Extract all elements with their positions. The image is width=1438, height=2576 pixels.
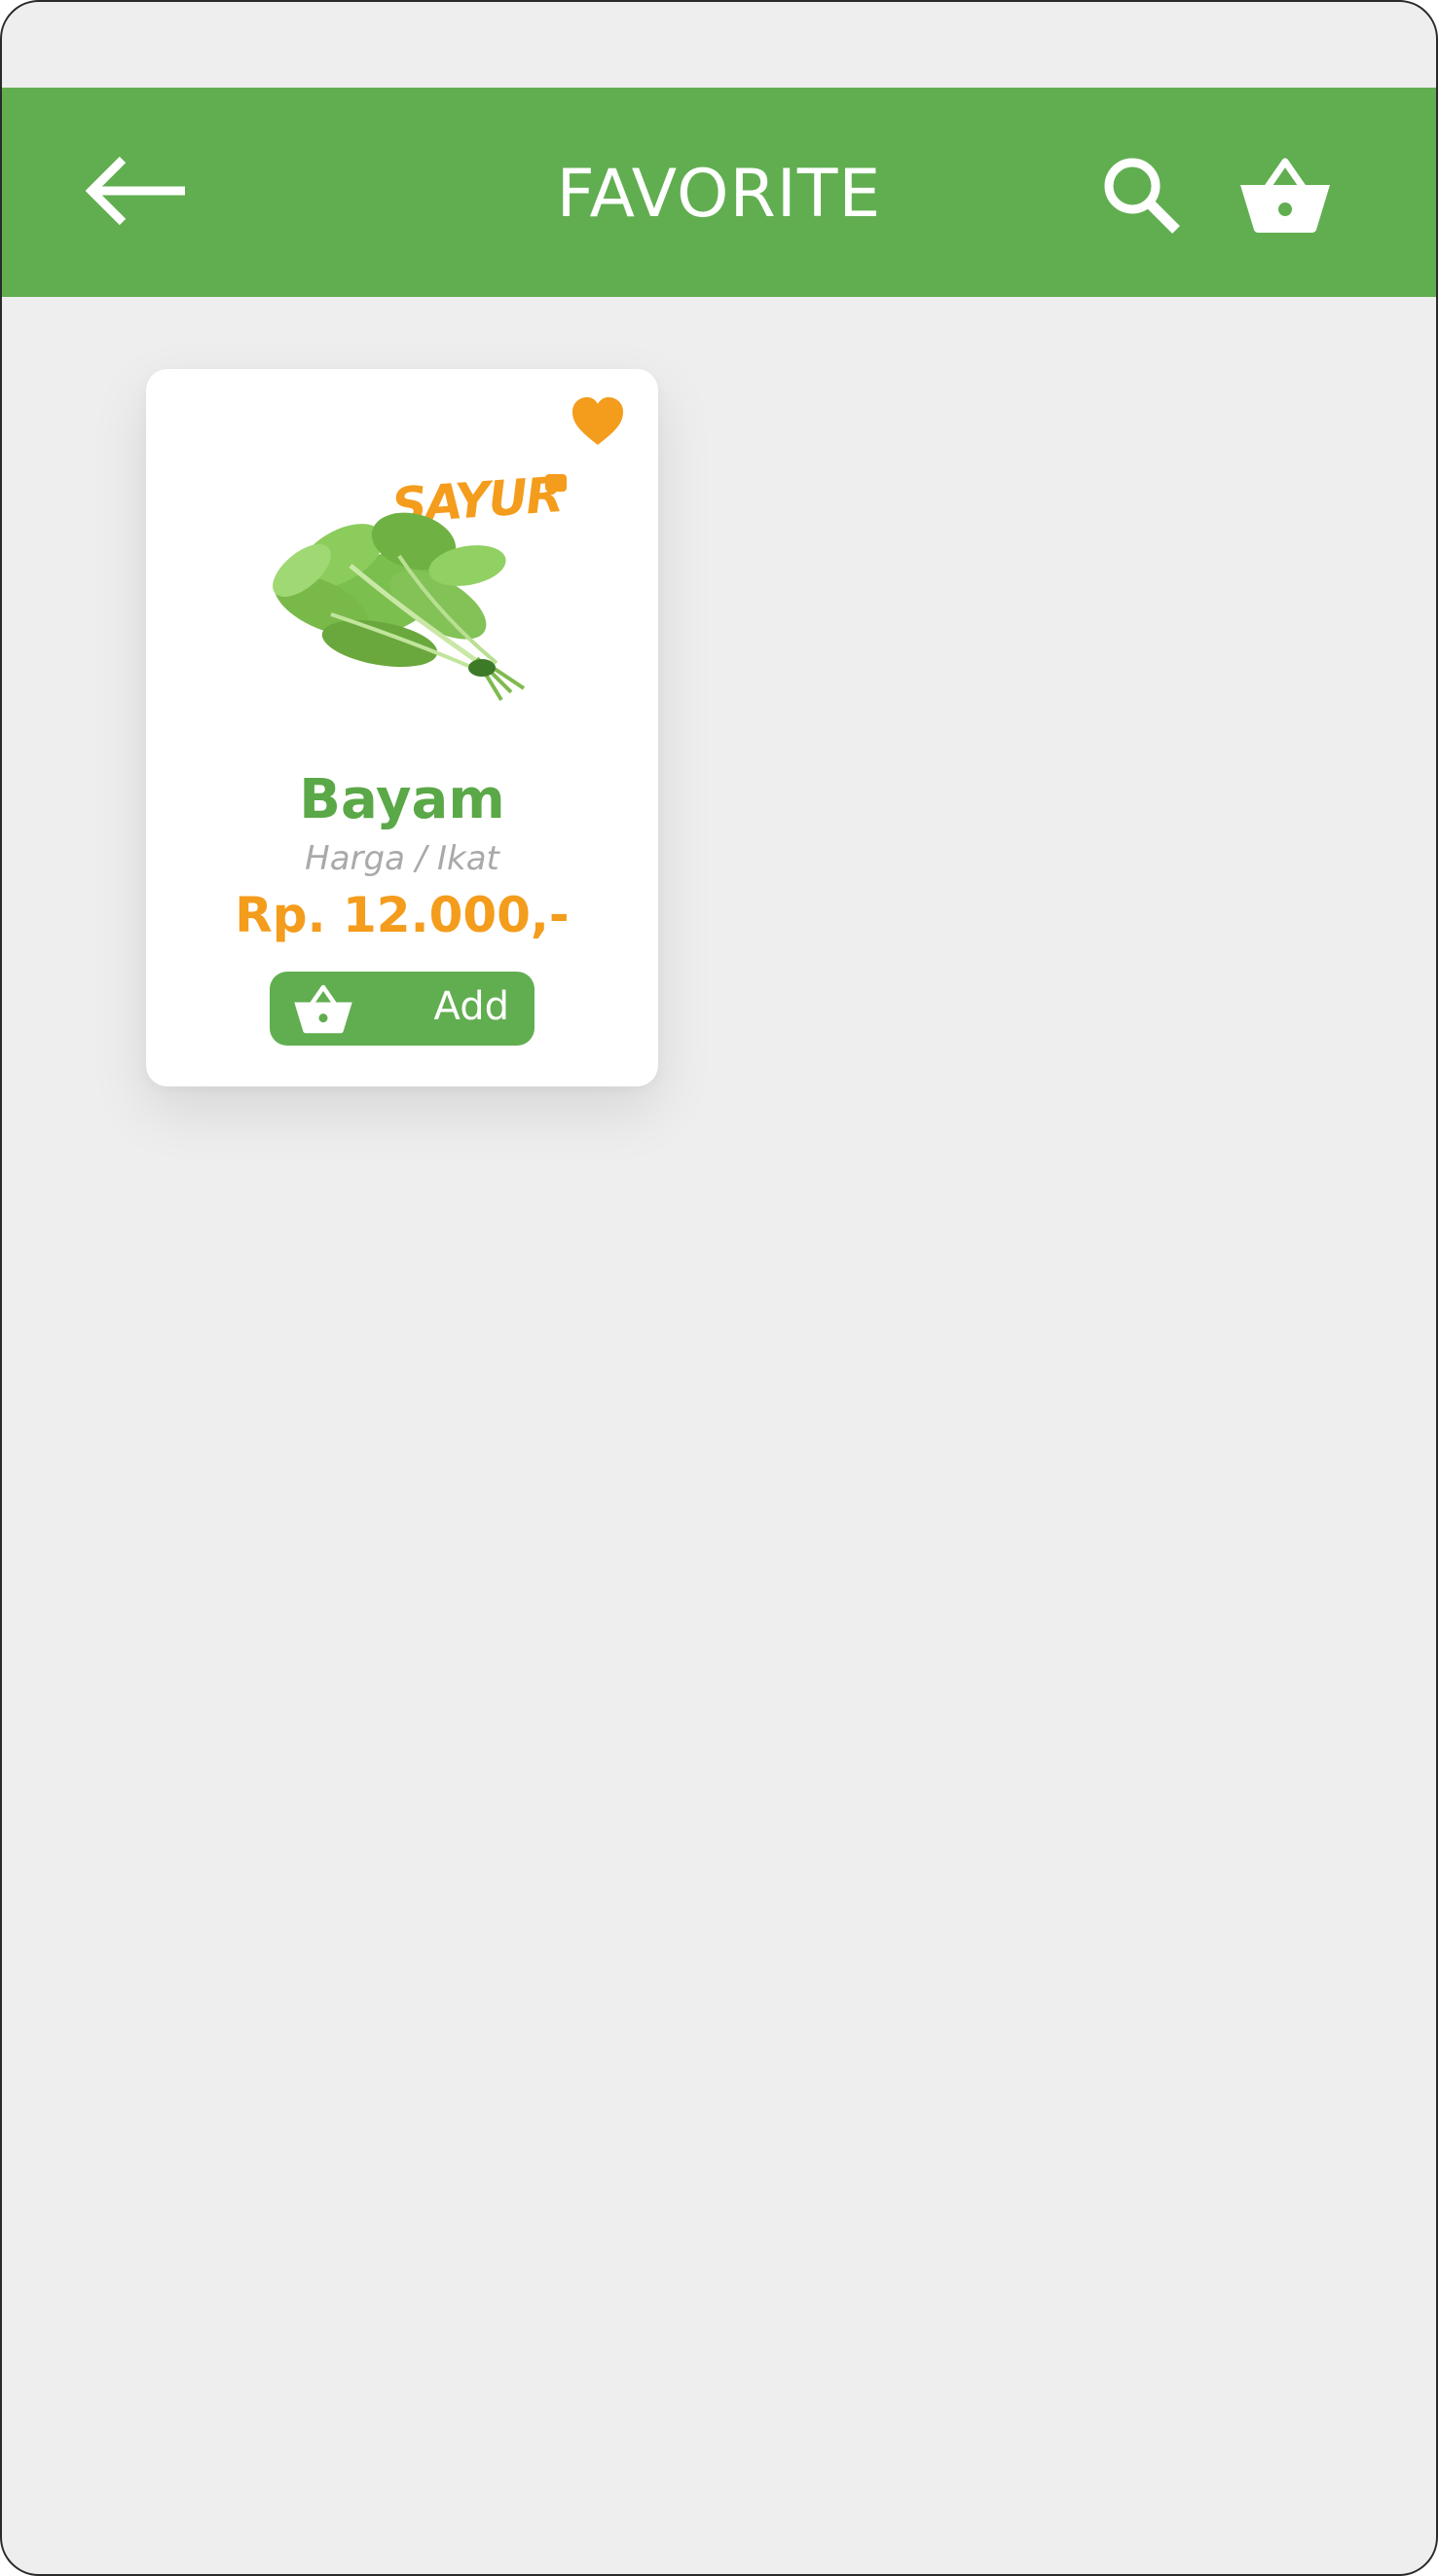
app-screen: FAVORITE SAYUR Bayam Harga / Ikat Rp. 12… [0, 0, 1438, 2576]
basket-icon [1240, 158, 1330, 233]
product-price: Rp. 12.000,- [235, 887, 570, 943]
search-button[interactable] [1100, 154, 1182, 236]
product-name: Bayam [299, 768, 505, 831]
heart-icon [572, 397, 623, 445]
product-unit: Harga / Ikat [305, 839, 499, 878]
favorite-button[interactable] [571, 396, 625, 447]
cart-button[interactable] [1238, 156, 1332, 234]
add-button-label: Add [433, 984, 509, 1029]
product-card[interactable]: SAYUR Bayam Harga / Ikat Rp. 12.000,- Ad… [146, 369, 658, 1086]
add-to-cart-button[interactable]: Add [270, 972, 535, 1046]
search-icon [1104, 158, 1180, 234]
product-image: SAYUR [234, 449, 604, 721]
basket-icon [294, 984, 352, 1034]
spinach-illustration [273, 512, 526, 702]
page-title: FAVORITE [556, 156, 882, 233]
app-bar: FAVORITE [2, 88, 1436, 297]
